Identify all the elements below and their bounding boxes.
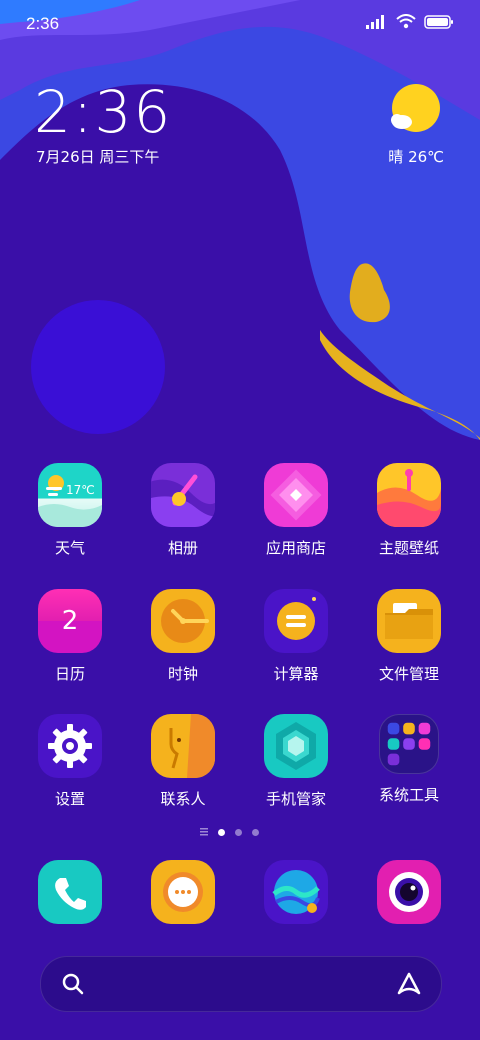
- app-calendar[interactable]: 2 日历: [20, 589, 120, 684]
- status-icons: [366, 14, 454, 29]
- app-label: 文件管理: [378, 665, 439, 683]
- page-dot[interactable]: [252, 828, 259, 836]
- app-label: 手机管家: [265, 790, 326, 808]
- gallery-icon: [151, 463, 215, 527]
- browser-icon: [264, 860, 328, 924]
- app-label: 应用商店: [265, 539, 326, 557]
- app-app-store[interactable]: 应用商店: [246, 463, 346, 558]
- app-contacts[interactable]: 联系人: [133, 714, 233, 809]
- app-clock[interactable]: 时钟: [133, 589, 233, 684]
- app-label: 日历: [54, 665, 85, 683]
- app-weather[interactable]: 17℃ 天气: [20, 463, 120, 558]
- contacts-icon: [151, 714, 215, 778]
- theme-icon: [377, 463, 441, 527]
- page-dot[interactable]: [218, 828, 225, 836]
- dock-messages[interactable]: [133, 860, 233, 924]
- calculator-icon: [264, 589, 328, 653]
- app-label: 计算器: [273, 665, 319, 683]
- weather-icon-temp: 17℃: [66, 483, 95, 497]
- clock-widget-time[interactable]: 2:36: [34, 78, 172, 146]
- app-label: 天气: [54, 539, 85, 557]
- search-bar[interactable]: [40, 956, 442, 1012]
- app-label: 主题壁纸: [378, 539, 439, 557]
- dock-camera[interactable]: [359, 860, 459, 924]
- signal-icon: [366, 14, 384, 29]
- status-bar: 2:36: [0, 0, 480, 48]
- app-phone-manager[interactable]: 手机管家: [246, 714, 346, 809]
- clock-widget-date: 7月26日 周三下午: [36, 148, 160, 166]
- app-label: 时钟: [167, 665, 198, 683]
- app-gallery[interactable]: 相册: [133, 463, 233, 558]
- weather-widget-text: 晴 26℃: [388, 148, 444, 166]
- battery-icon: [424, 14, 453, 29]
- folder-icon: [377, 589, 441, 653]
- app-system-tools-folder[interactable]: 系统工具: [359, 714, 459, 805]
- app-calculator[interactable]: 计算器: [246, 589, 346, 684]
- app-label: 设置: [54, 790, 85, 808]
- app-settings[interactable]: 设置: [20, 714, 120, 809]
- home-screen: 2:36 2:36 7月26日 周三下午 晴 26℃ 17℃ 天气 相册 应用商…: [0, 0, 480, 1040]
- wifi-icon: [396, 14, 416, 29]
- messages-icon: [151, 860, 215, 924]
- settings-icon: [38, 714, 102, 778]
- weather-icon: 17℃: [38, 463, 102, 527]
- phone-manager-icon: [264, 714, 328, 778]
- app-label: 相册: [167, 539, 198, 557]
- weather-widget[interactable]: [384, 84, 444, 144]
- phone-icon: [38, 860, 102, 924]
- clock-icon: [151, 589, 215, 653]
- app-file-manager[interactable]: 文件管理: [359, 589, 459, 684]
- search-icon[interactable]: [61, 972, 85, 996]
- app-store-icon: [264, 463, 328, 527]
- app-label: 系统工具: [378, 786, 439, 804]
- assistant-icon[interactable]: [395, 971, 423, 997]
- menu-lines-icon[interactable]: [200, 828, 208, 836]
- dock-browser[interactable]: [246, 860, 346, 924]
- app-label: 联系人: [160, 790, 206, 808]
- sunny-icon: [391, 84, 440, 132]
- app-theme[interactable]: 主题壁纸: [359, 463, 459, 558]
- calendar-icon: 2: [38, 589, 102, 653]
- dock-phone[interactable]: [20, 860, 120, 924]
- calendar-icon-date: 2: [61, 606, 79, 636]
- camera-icon: [377, 860, 441, 924]
- page-dot[interactable]: [235, 828, 242, 836]
- system-tools-folder-icon: [379, 714, 439, 774]
- page-indicator[interactable]: [200, 828, 259, 836]
- status-time: 2:36: [26, 14, 60, 33]
